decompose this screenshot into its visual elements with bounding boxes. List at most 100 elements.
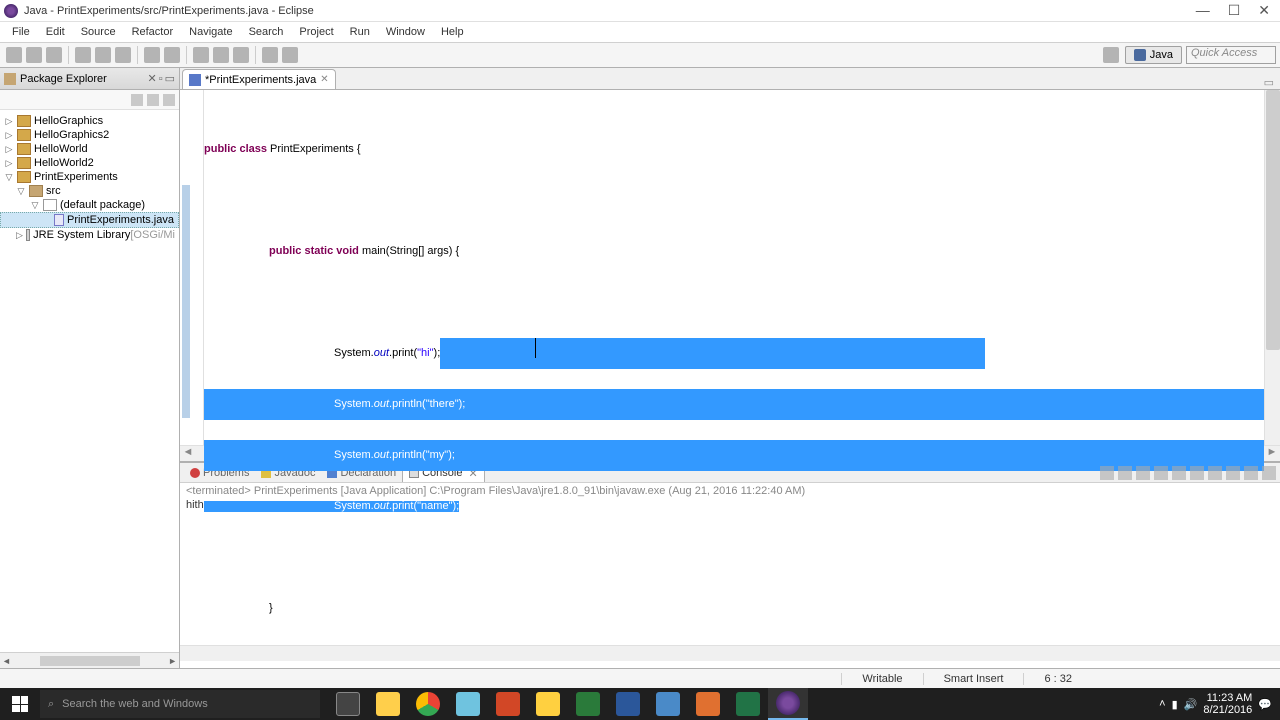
editor-maximize-icon[interactable]: ▭ bbox=[1258, 76, 1280, 89]
console-open-icon[interactable] bbox=[1226, 466, 1240, 480]
taskbar-clock[interactable]: 11:23 AM 8/21/2016 bbox=[1203, 692, 1252, 716]
new-class-icon[interactable] bbox=[164, 47, 180, 63]
tree-item-package[interactable]: ▽(default package) bbox=[0, 198, 179, 212]
search-icon[interactable] bbox=[213, 47, 229, 63]
menu-navigate[interactable]: Navigate bbox=[181, 24, 240, 40]
perspective-label: Java bbox=[1150, 49, 1173, 61]
debug-icon[interactable] bbox=[75, 47, 91, 63]
back-icon[interactable] bbox=[262, 47, 278, 63]
editor-gutter bbox=[180, 90, 204, 445]
console-max-icon[interactable] bbox=[1262, 466, 1276, 480]
file-explorer-button[interactable] bbox=[368, 688, 408, 720]
console-remove-all-icon[interactable] bbox=[1136, 466, 1150, 480]
sidebar-scrollbar[interactable]: ◄► bbox=[0, 652, 179, 668]
tray-volume-icon[interactable]: 🔊 bbox=[1184, 698, 1198, 711]
tree-item-file[interactable]: PrintExperiments.java bbox=[0, 212, 179, 228]
menubar: File Edit Source Refactor Navigate Searc… bbox=[0, 22, 1280, 42]
taskbar-search[interactable]: ⌕Search the web and Windows bbox=[40, 690, 320, 718]
toolbar: Java Quick Access bbox=[0, 42, 1280, 68]
package-explorer: Package Explorer ✕ ▫ ▭ ▷HelloGraphics ▷H… bbox=[0, 68, 180, 668]
excel-button[interactable] bbox=[728, 688, 768, 720]
tree-item-src[interactable]: ▽src bbox=[0, 184, 179, 198]
task-view-button[interactable] bbox=[328, 688, 368, 720]
editor-tab[interactable]: *PrintExperiments.java ✕ bbox=[182, 69, 336, 89]
code-content[interactable]: public class PrintExperiments { public s… bbox=[204, 90, 1264, 445]
system-tray[interactable]: ˄ ▮ 🔊 11:23 AM 8/21/2016 💬 bbox=[1151, 692, 1280, 716]
tree-item[interactable]: ▷HelloWorld2 bbox=[0, 156, 179, 170]
eclipse-button[interactable] bbox=[768, 688, 808, 720]
app-button[interactable] bbox=[568, 688, 608, 720]
menu-source[interactable]: Source bbox=[73, 24, 124, 40]
new-package-icon[interactable] bbox=[144, 47, 160, 63]
status-writable: Writable bbox=[841, 673, 922, 685]
tray-network-icon[interactable]: ▮ bbox=[1172, 698, 1178, 711]
app-button[interactable] bbox=[688, 688, 728, 720]
new-icon[interactable] bbox=[6, 47, 22, 63]
view-minimize-icon[interactable]: ▫ bbox=[159, 73, 163, 85]
windows-taskbar: ⌕Search the web and Windows ˄ ▮ 🔊 11:23 … bbox=[0, 688, 1280, 720]
tree-item-jre[interactable]: ▷JRE System Library [OSGi/Mi bbox=[0, 228, 179, 242]
forward-icon[interactable] bbox=[282, 47, 298, 63]
run-icon[interactable] bbox=[95, 47, 111, 63]
console-pin-icon[interactable] bbox=[1190, 466, 1204, 480]
save-icon[interactable] bbox=[26, 47, 42, 63]
menu-run[interactable]: Run bbox=[342, 24, 378, 40]
package-explorer-icon bbox=[4, 73, 16, 85]
tree-item[interactable]: ▷HelloWorld bbox=[0, 142, 179, 156]
editor-area: *PrintExperiments.java ✕ ▭ public class … bbox=[180, 68, 1280, 668]
app-button[interactable] bbox=[648, 688, 688, 720]
coverage-icon[interactable] bbox=[115, 47, 131, 63]
quick-access-input[interactable]: Quick Access bbox=[1186, 46, 1276, 64]
editor-tab-label: *PrintExperiments.java bbox=[205, 74, 316, 86]
tab-close-icon[interactable]: ✕ bbox=[320, 74, 328, 85]
project-tree[interactable]: ▷HelloGraphics ▷HelloGraphics2 ▷HelloWor… bbox=[0, 110, 179, 246]
tree-item[interactable]: ▷HelloGraphics bbox=[0, 114, 179, 128]
close-button[interactable]: ✕ bbox=[1258, 2, 1270, 19]
menu-search[interactable]: Search bbox=[241, 24, 292, 40]
java-perspective-button[interactable]: Java bbox=[1125, 46, 1182, 64]
console-terminate-icon[interactable] bbox=[1100, 466, 1114, 480]
console-min-icon[interactable] bbox=[1244, 466, 1258, 480]
maximize-button[interactable]: ☐ bbox=[1228, 2, 1241, 19]
tree-item[interactable]: ▽PrintExperiments bbox=[0, 170, 179, 184]
menu-file[interactable]: File bbox=[4, 24, 38, 40]
menu-project[interactable]: Project bbox=[291, 24, 341, 40]
menu-refactor[interactable]: Refactor bbox=[124, 24, 182, 40]
status-position: 6 : 32 bbox=[1023, 673, 1092, 685]
open-type-icon[interactable] bbox=[193, 47, 209, 63]
package-explorer-title: Package Explorer bbox=[20, 73, 145, 85]
java-icon bbox=[1134, 49, 1146, 61]
java-file-icon bbox=[189, 74, 201, 86]
window-title: Java - PrintExperiments/src/PrintExperim… bbox=[24, 5, 1196, 17]
view-maximize-icon[interactable]: ▭ bbox=[165, 72, 175, 85]
word-button[interactable] bbox=[608, 688, 648, 720]
menu-edit[interactable]: Edit bbox=[38, 24, 73, 40]
notepad-button[interactable] bbox=[448, 688, 488, 720]
minimize-button[interactable]: — bbox=[1196, 2, 1210, 19]
collapse-all-icon[interactable] bbox=[131, 94, 143, 106]
menu-window[interactable]: Window bbox=[378, 24, 433, 40]
console-scroll-lock-icon[interactable] bbox=[1172, 466, 1186, 480]
tray-chevron-icon[interactable]: ˄ bbox=[1159, 698, 1165, 710]
link-editor-icon[interactable] bbox=[147, 94, 159, 106]
notifications-icon[interactable]: 💬 bbox=[1258, 698, 1272, 711]
open-perspective-icon[interactable] bbox=[1103, 47, 1119, 63]
save-all-icon[interactable] bbox=[46, 47, 62, 63]
tree-item[interactable]: ▷HelloGraphics2 bbox=[0, 128, 179, 142]
console-display-icon[interactable] bbox=[1208, 466, 1222, 480]
console-remove-icon[interactable] bbox=[1118, 466, 1132, 480]
powerpoint-button[interactable] bbox=[488, 688, 528, 720]
app-button[interactable] bbox=[528, 688, 568, 720]
view-close-icon[interactable]: ✕ bbox=[147, 72, 156, 85]
code-editor[interactable]: public class PrintExperiments { public s… bbox=[180, 90, 1280, 445]
annotation-icon[interactable] bbox=[233, 47, 249, 63]
view-menu-icon[interactable] bbox=[163, 94, 175, 106]
console-clear-icon[interactable] bbox=[1154, 466, 1168, 480]
editor-vscrollbar[interactable] bbox=[1264, 90, 1280, 445]
eclipse-icon bbox=[4, 4, 18, 18]
statusbar: Writable Smart Insert 6 : 32 bbox=[0, 668, 1280, 688]
menu-help[interactable]: Help bbox=[433, 24, 472, 40]
chrome-button[interactable] bbox=[408, 688, 448, 720]
titlebar: Java - PrintExperiments/src/PrintExperim… bbox=[0, 0, 1280, 22]
start-button[interactable] bbox=[0, 688, 40, 720]
